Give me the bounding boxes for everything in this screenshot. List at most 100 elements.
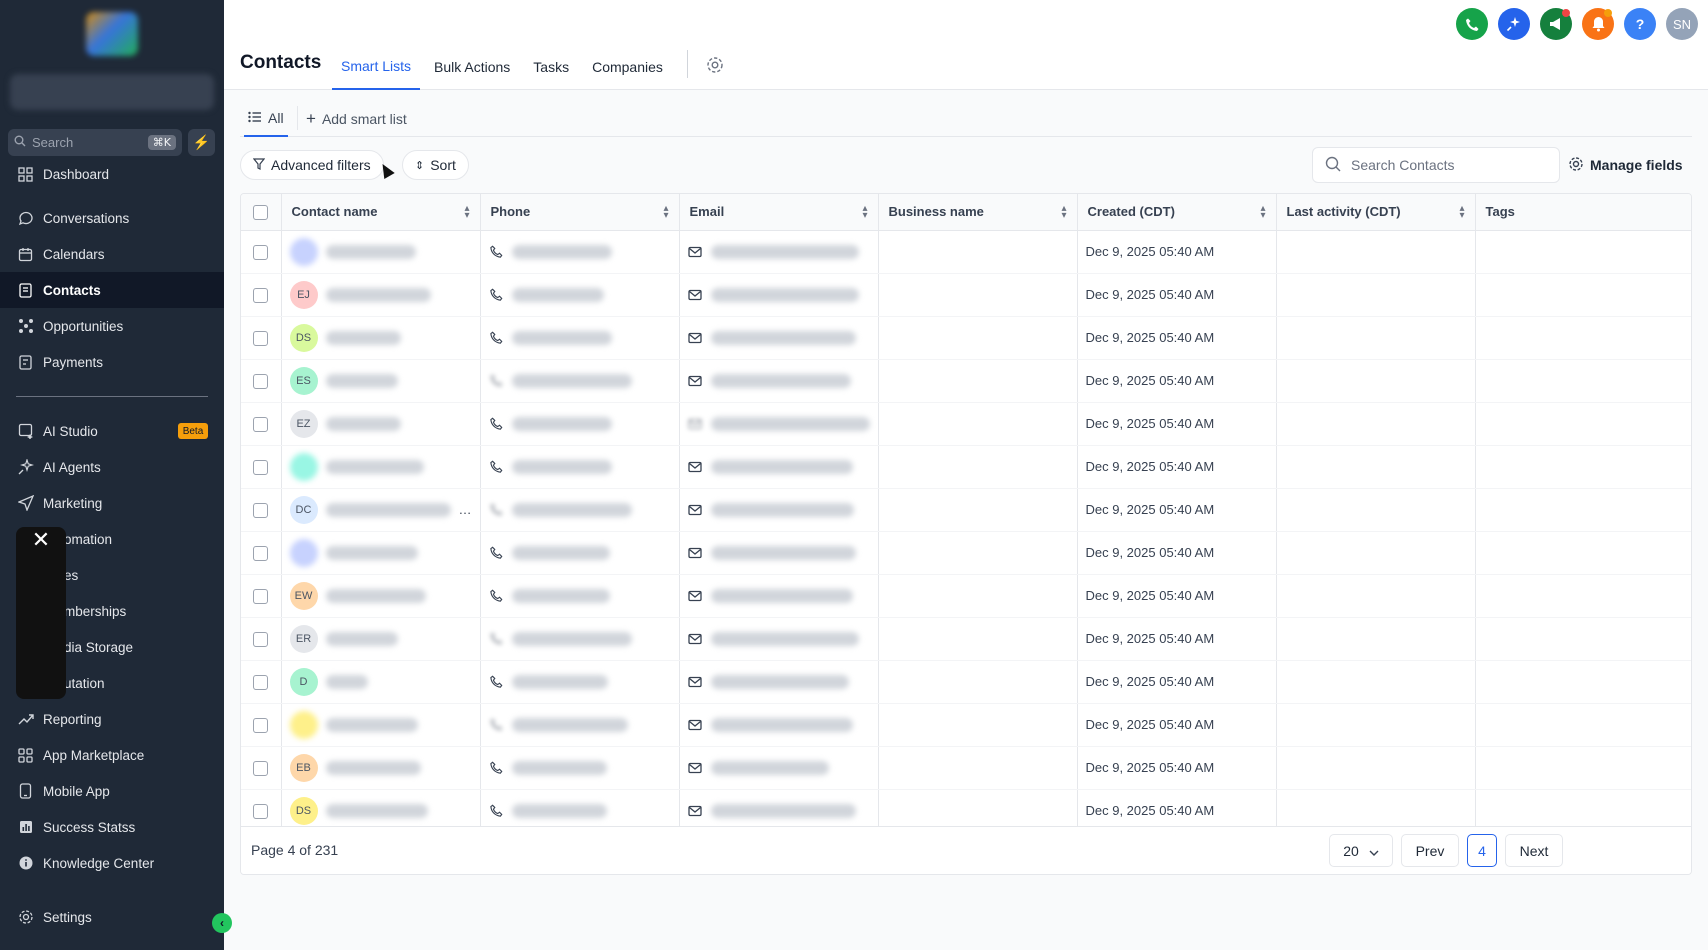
contact-name-redacted[interactable]: [325, 717, 418, 732]
contact-name-redacted[interactable]: [325, 631, 398, 646]
sort-button[interactable]: ⇕ Sort: [402, 150, 469, 180]
row-checkbox[interactable]: [253, 330, 268, 346]
column-header-contact-name[interactable]: Contact name ▴ ▾: [281, 194, 481, 231]
phone-cell[interactable]: [480, 359, 680, 403]
manage-fields-button[interactable]: Manage fields: [1568, 153, 1683, 177]
sort-icon[interactable]: ▴ ▾: [862, 204, 867, 221]
table-row[interactable]: EW Dec 9, 2025 05:40 AM: [241, 574, 1691, 618]
email-cell[interactable]: [679, 746, 879, 790]
table-row[interactable]: Dec 9, 2025 05:40 AM: [241, 445, 1691, 489]
sort-icon[interactable]: ▴ ▾: [1061, 204, 1066, 221]
table-row[interactable]: Dec 9, 2025 05:40 AM: [241, 703, 1691, 747]
company-logo[interactable]: [86, 12, 138, 56]
contact-name-redacted[interactable]: [325, 545, 418, 560]
email-cell[interactable]: [679, 488, 879, 532]
row-checkbox[interactable]: [253, 416, 268, 432]
sidebar-item-app-marketplace[interactable]: App Marketplace: [0, 737, 224, 773]
contact-name-cell[interactable]: [281, 531, 481, 575]
phone-cell[interactable]: [480, 660, 680, 704]
table-row[interactable]: DC … Dec 9, 2025 05:40 AM: [241, 488, 1691, 532]
contact-name-redacted[interactable]: [325, 502, 451, 517]
contact-name-cell[interactable]: ES: [281, 359, 481, 403]
column-header-phone[interactable]: Phone ▴ ▾: [480, 194, 680, 231]
row-checkbox[interactable]: [253, 502, 268, 518]
sidebar-item-reporting[interactable]: Reporting: [0, 701, 224, 737]
table-row[interactable]: DS Dec 9, 2025 05:40 AM: [241, 316, 1691, 360]
contact-name-redacted[interactable]: [325, 373, 398, 388]
contact-name-redacted[interactable]: [325, 244, 416, 259]
next-page-button[interactable]: Next: [1505, 834, 1563, 867]
sort-icon[interactable]: ▴ ▾: [1260, 204, 1265, 221]
table-row[interactable]: EB Dec 9, 2025 05:40 AM: [241, 746, 1691, 790]
tab-tasks[interactable]: Tasks: [524, 44, 578, 90]
sidebar-item-mobile-app[interactable]: Mobile App: [0, 773, 224, 809]
contact-name-cell[interactable]: DS: [281, 316, 481, 360]
phone-cell[interactable]: [480, 531, 680, 575]
table-row[interactable]: EZ Dec 9, 2025 05:40 AM: [241, 402, 1691, 446]
account-switcher[interactable]: [10, 74, 214, 110]
email-cell[interactable]: [679, 617, 879, 661]
row-checkbox[interactable]: [253, 244, 268, 260]
contact-name-cell[interactable]: EJ: [281, 273, 481, 317]
add-smart-list-button[interactable]: + Add smart list: [306, 100, 407, 137]
email-cell[interactable]: [679, 359, 879, 403]
phone-cell[interactable]: [480, 230, 680, 274]
contact-name-cell[interactable]: DC…: [281, 488, 481, 532]
sparkle-icon[interactable]: [1498, 8, 1530, 40]
tab-bulk-actions[interactable]: Bulk Actions: [425, 44, 519, 90]
phone-cell[interactable]: [480, 703, 680, 747]
phone-cell[interactable]: [480, 746, 680, 790]
phone-cell[interactable]: [480, 574, 680, 618]
contact-name-cell[interactable]: ER: [281, 617, 481, 661]
contact-name-redacted[interactable]: [325, 416, 401, 431]
phone-cell[interactable]: [480, 316, 680, 360]
table-row[interactable]: Dec 9, 2025 05:40 AM: [241, 531, 1691, 575]
contact-name-redacted[interactable]: [325, 330, 401, 345]
email-cell[interactable]: [679, 660, 879, 704]
bell-icon[interactable]: [1582, 8, 1614, 40]
collapse-sidebar-button[interactable]: ‹: [212, 913, 232, 933]
prev-page-button[interactable]: Prev: [1401, 834, 1459, 867]
contact-name-redacted[interactable]: [325, 588, 426, 603]
column-header-created[interactable]: Created (CDT) ▴ ▾: [1077, 194, 1277, 231]
table-row[interactable]: ER Dec 9, 2025 05:40 AM: [241, 617, 1691, 661]
announcement-icon[interactable]: [1540, 8, 1572, 40]
search-contacts-input[interactable]: Search Contacts: [1312, 147, 1560, 183]
table-row[interactable]: Dec 9, 2025 05:40 AM: [241, 230, 1691, 274]
contact-name-redacted[interactable]: [325, 760, 421, 775]
close-icon[interactable]: ✕: [29, 527, 53, 552]
page-size-select[interactable]: 20: [1329, 834, 1393, 867]
row-checkbox[interactable]: [253, 674, 268, 690]
contact-name-cell[interactable]: EZ: [281, 402, 481, 446]
email-cell[interactable]: [679, 316, 879, 360]
phone-cell[interactable]: [480, 273, 680, 317]
phone-cell[interactable]: [480, 617, 680, 661]
row-checkbox[interactable]: [253, 588, 268, 604]
current-page-button[interactable]: 4: [1467, 834, 1497, 867]
email-cell[interactable]: [679, 273, 879, 317]
user-avatar[interactable]: SN: [1666, 8, 1698, 40]
sidebar-item-conversations[interactable]: Conversations: [0, 200, 224, 236]
sidebar-item-opportunities[interactable]: Opportunities: [0, 308, 224, 344]
sidebar-item-contacts[interactable]: Contacts: [0, 272, 224, 308]
row-checkbox[interactable]: [253, 287, 268, 303]
column-header-business-name[interactable]: Business name ▴ ▾: [878, 194, 1078, 231]
email-cell[interactable]: [679, 574, 879, 618]
email-cell[interactable]: [679, 531, 879, 575]
sidebar-item-calendars[interactable]: Calendars: [0, 236, 224, 272]
sidebar-item-ai-agents[interactable]: AI Agents: [0, 449, 224, 485]
email-cell[interactable]: [679, 402, 879, 446]
sidebar-item-dashboard[interactable]: Dashboard: [0, 166, 224, 190]
row-checkbox[interactable]: [253, 545, 268, 561]
contact-name-redacted[interactable]: [325, 803, 428, 818]
phone-icon[interactable]: [1456, 8, 1488, 40]
table-row[interactable]: ES Dec 9, 2025 05:40 AM: [241, 359, 1691, 403]
sort-icon[interactable]: ▴ ▾: [663, 204, 668, 221]
tab-companies[interactable]: Companies: [583, 44, 672, 90]
contact-name-cell[interactable]: [281, 230, 481, 274]
smart-list-all[interactable]: All: [244, 100, 288, 137]
phone-cell[interactable]: [480, 445, 680, 489]
phone-cell[interactable]: [480, 402, 680, 446]
contact-name-cell[interactable]: EB: [281, 746, 481, 790]
row-checkbox[interactable]: [253, 631, 268, 647]
